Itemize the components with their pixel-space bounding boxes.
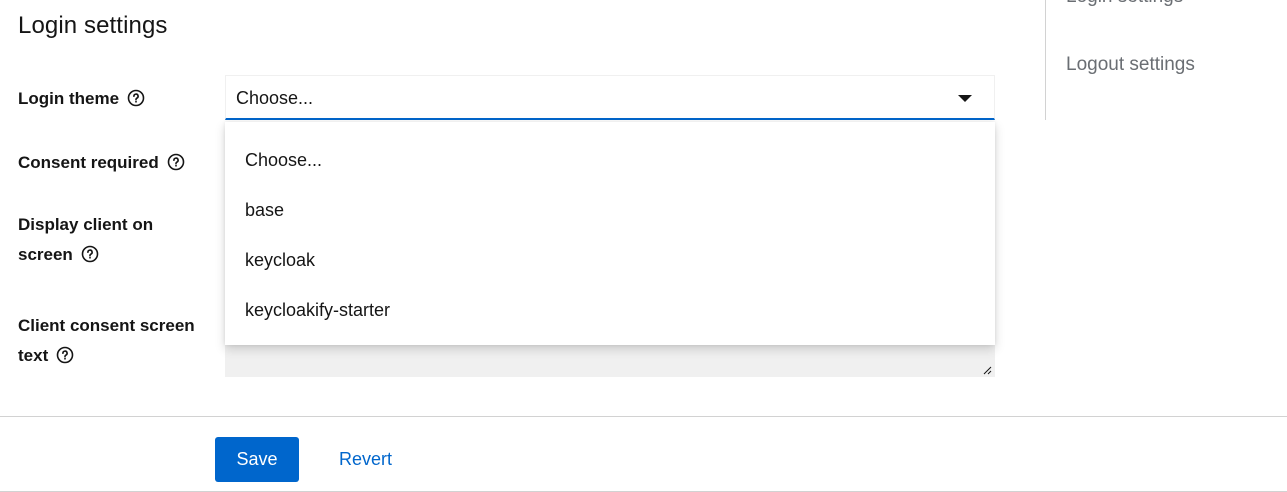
help-icon[interactable] <box>56 346 74 364</box>
help-icon[interactable] <box>127 89 145 107</box>
login-theme-select[interactable]: Choose... <box>225 75 995 120</box>
consent-required-label-text: Consent required <box>18 153 159 172</box>
consent-required-label: Consent required <box>18 148 185 178</box>
footer-divider <box>0 416 1287 417</box>
jump-link-login-settings[interactable]: Login settings <box>1066 0 1183 8</box>
page-title: Login settings <box>18 12 168 39</box>
save-button[interactable]: Save <box>215 437 299 482</box>
display-client-label-line1: Display client on <box>18 215 154 234</box>
help-icon[interactable] <box>167 153 185 171</box>
help-icon[interactable] <box>81 245 99 263</box>
login-theme-dropdown-menu: Choose... base keycloak keycloakify-star… <box>225 122 995 345</box>
consent-text-textarea[interactable] <box>225 344 995 377</box>
consent-text-label-line1: Client consent screen <box>18 316 195 335</box>
consent-text-label-line2: text <box>18 346 49 365</box>
theme-option-choose[interactable]: Choose... <box>225 135 995 185</box>
resize-handle-icon[interactable] <box>982 365 992 375</box>
caret-down-icon <box>958 95 972 102</box>
theme-option-base[interactable]: base <box>225 185 995 235</box>
jump-links-divider <box>1045 0 1046 120</box>
consent-text-label: Client consent screen text <box>18 311 195 371</box>
login-theme-label-text: Login theme <box>18 89 120 108</box>
theme-option-keycloak[interactable]: keycloak <box>225 235 995 285</box>
login-theme-select-value: Choose... <box>236 88 314 108</box>
display-client-label-line2: screen <box>18 245 73 264</box>
login-theme-label: Login theme <box>18 84 145 114</box>
display-client-label: Display client on screen <box>18 210 153 270</box>
theme-option-keycloakify-starter[interactable]: keycloakify-starter <box>225 285 995 335</box>
revert-button[interactable]: Revert <box>339 449 392 470</box>
jump-link-logout-settings[interactable]: Logout settings <box>1066 54 1195 76</box>
